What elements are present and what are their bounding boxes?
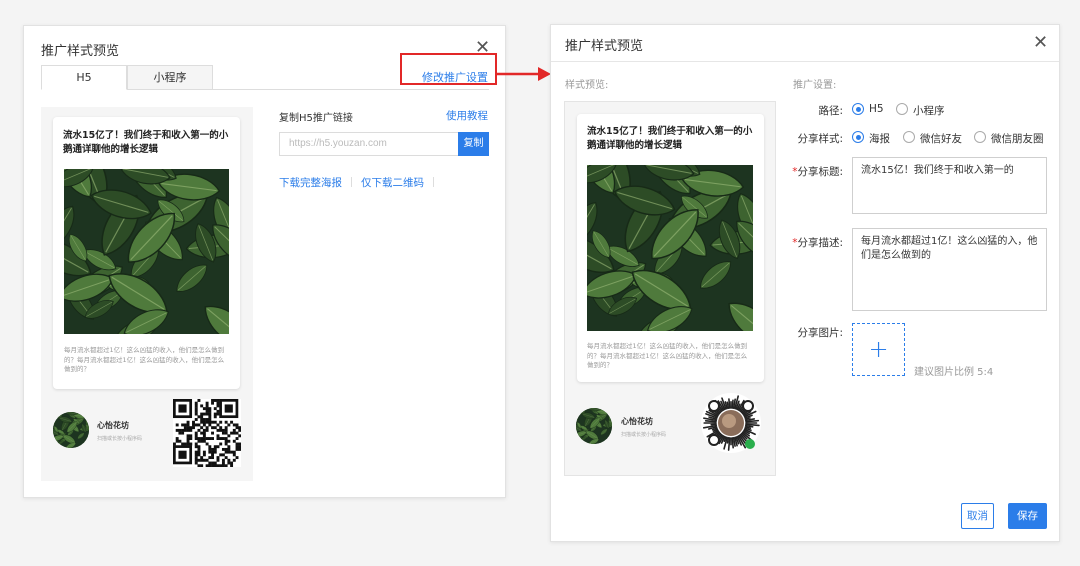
- poster-card: 流水15亿了！我们终于和收入第一的小鹅通详聊他的增长逻辑 每月流水都超过1亿！这…: [53, 117, 240, 389]
- radio-path-mini-program-label: 小程序: [913, 105, 945, 117]
- poster-description: 每月流水都超过1亿！这么凶猛的收入，他们是怎么做到的？每月流水都超过1亿！这么凶…: [64, 346, 225, 373]
- right-dialog-title: 推广样式预览: [565, 39, 644, 54]
- promo-url-input[interactable]: https://h5.youzan.com: [279, 132, 459, 156]
- share-desc-label: *分享描述:: [792, 237, 843, 249]
- save-button[interactable]: 保存: [1008, 503, 1047, 529]
- copy-button[interactable]: 复制: [458, 132, 489, 156]
- shop-avatar: [53, 412, 89, 448]
- tab-mini-program[interactable]: 小程序: [127, 65, 213, 90]
- download-poster-link[interactable]: 下载完整海报: [279, 175, 342, 190]
- image-ratio-hint: 建议图片比例 5:4: [914, 367, 994, 378]
- cancel-button[interactable]: 取消: [961, 503, 994, 529]
- tab-h5[interactable]: H5: [41, 65, 127, 90]
- share-desc-field[interactable]: 每月流水都超过1亿！这么凶猛的入，他们是怎么做到的: [852, 228, 1047, 311]
- share-image-label: 分享图片:: [797, 327, 843, 339]
- path-label: 路径:: [818, 105, 843, 117]
- share-title-label: *分享标题:: [792, 166, 843, 178]
- shop-name: 心怡花坊: [97, 421, 129, 430]
- download-qr-link[interactable]: 仅下载二维码: [361, 175, 424, 190]
- copy-link-label: 复制H5推广链接: [279, 113, 353, 124]
- tutorial-link[interactable]: 使用教程: [446, 108, 488, 123]
- share-style-label: 分享样式:: [797, 133, 843, 145]
- radio-style-moments-label: 微信朋友圈: [991, 133, 1044, 145]
- poster-card: 流水15亿了！我们终于和收入第一的小鹅通详聊他的增长逻辑 每月流水都超过1亿！这…: [577, 114, 764, 382]
- share-desc-label-text: 分享描述:: [797, 237, 843, 249]
- left-dialog-title: 推广样式预览: [41, 44, 120, 59]
- radio-style-poster[interactable]: [852, 131, 864, 143]
- poster-image: [64, 169, 229, 334]
- poster-image: [587, 165, 753, 331]
- radio-style-wechat-friend-label: 微信好友: [920, 133, 962, 145]
- share-title-label-text: 分享标题:: [797, 166, 843, 178]
- mini-program-code-icon: [700, 392, 762, 454]
- style-preview-label: 样式预览:: [565, 80, 609, 91]
- settings-label: 推广设置:: [793, 80, 837, 91]
- shop-subtitle: 扫描或长按小程序码: [97, 436, 143, 442]
- qr-code-icon: [173, 399, 242, 468]
- radio-style-wechat-friend[interactable]: [903, 131, 915, 143]
- share-title-field[interactable]: 流水15亿！我们终于和收入第一的: [852, 157, 1047, 214]
- poster-preview: 流水15亿了！我们终于和收入第一的小鹅通详聊他的增长逻辑 每月流水都超过1亿！这…: [564, 101, 776, 476]
- poster-description: 每月流水都超过1亿！这么凶猛的收入，他们是怎么做到的？每月流水都超过1亿！这么凶…: [587, 342, 748, 369]
- radio-path-mini-program[interactable]: [896, 103, 908, 115]
- red-arrow-icon: [496, 67, 551, 81]
- divider: [433, 177, 434, 187]
- close-icon[interactable]: ✕: [1033, 34, 1048, 52]
- radio-style-poster-label: 海报: [869, 133, 890, 145]
- shop-name: 心怡花坊: [621, 417, 653, 426]
- shop-subtitle: 扫描或长按小程序码: [621, 432, 667, 438]
- poster-title: 流水15亿了！我们终于和收入第一的小鹅通详聊他的增长逻辑: [63, 130, 229, 155]
- radio-path-h5[interactable]: [852, 103, 864, 115]
- highlight-box: [400, 53, 497, 85]
- upload-image-button[interactable]: +: [852, 323, 905, 376]
- radio-style-moments[interactable]: [974, 131, 986, 143]
- left-preview-dialog: 推广样式预览 ✕ H5 小程序 修改推广设置 流水15亿了！我们终于和收入第一的…: [23, 25, 506, 498]
- right-settings-dialog: 推广样式预览 ✕ 样式预览: 推广设置: 流水15亿了！我们终于和收入第一的小鹅…: [550, 24, 1060, 542]
- radio-path-h5-label: H5: [869, 103, 884, 115]
- poster-title: 流水15亿了！我们终于和收入第一的小鹅通详聊他的增长逻辑: [587, 126, 753, 151]
- header-divider: [551, 61, 1059, 62]
- shop-avatar: [576, 408, 612, 444]
- poster-preview: 流水15亿了！我们终于和收入第一的小鹅通详聊他的增长逻辑 每月流水都超过1亿！这…: [41, 107, 253, 481]
- divider: [351, 177, 352, 187]
